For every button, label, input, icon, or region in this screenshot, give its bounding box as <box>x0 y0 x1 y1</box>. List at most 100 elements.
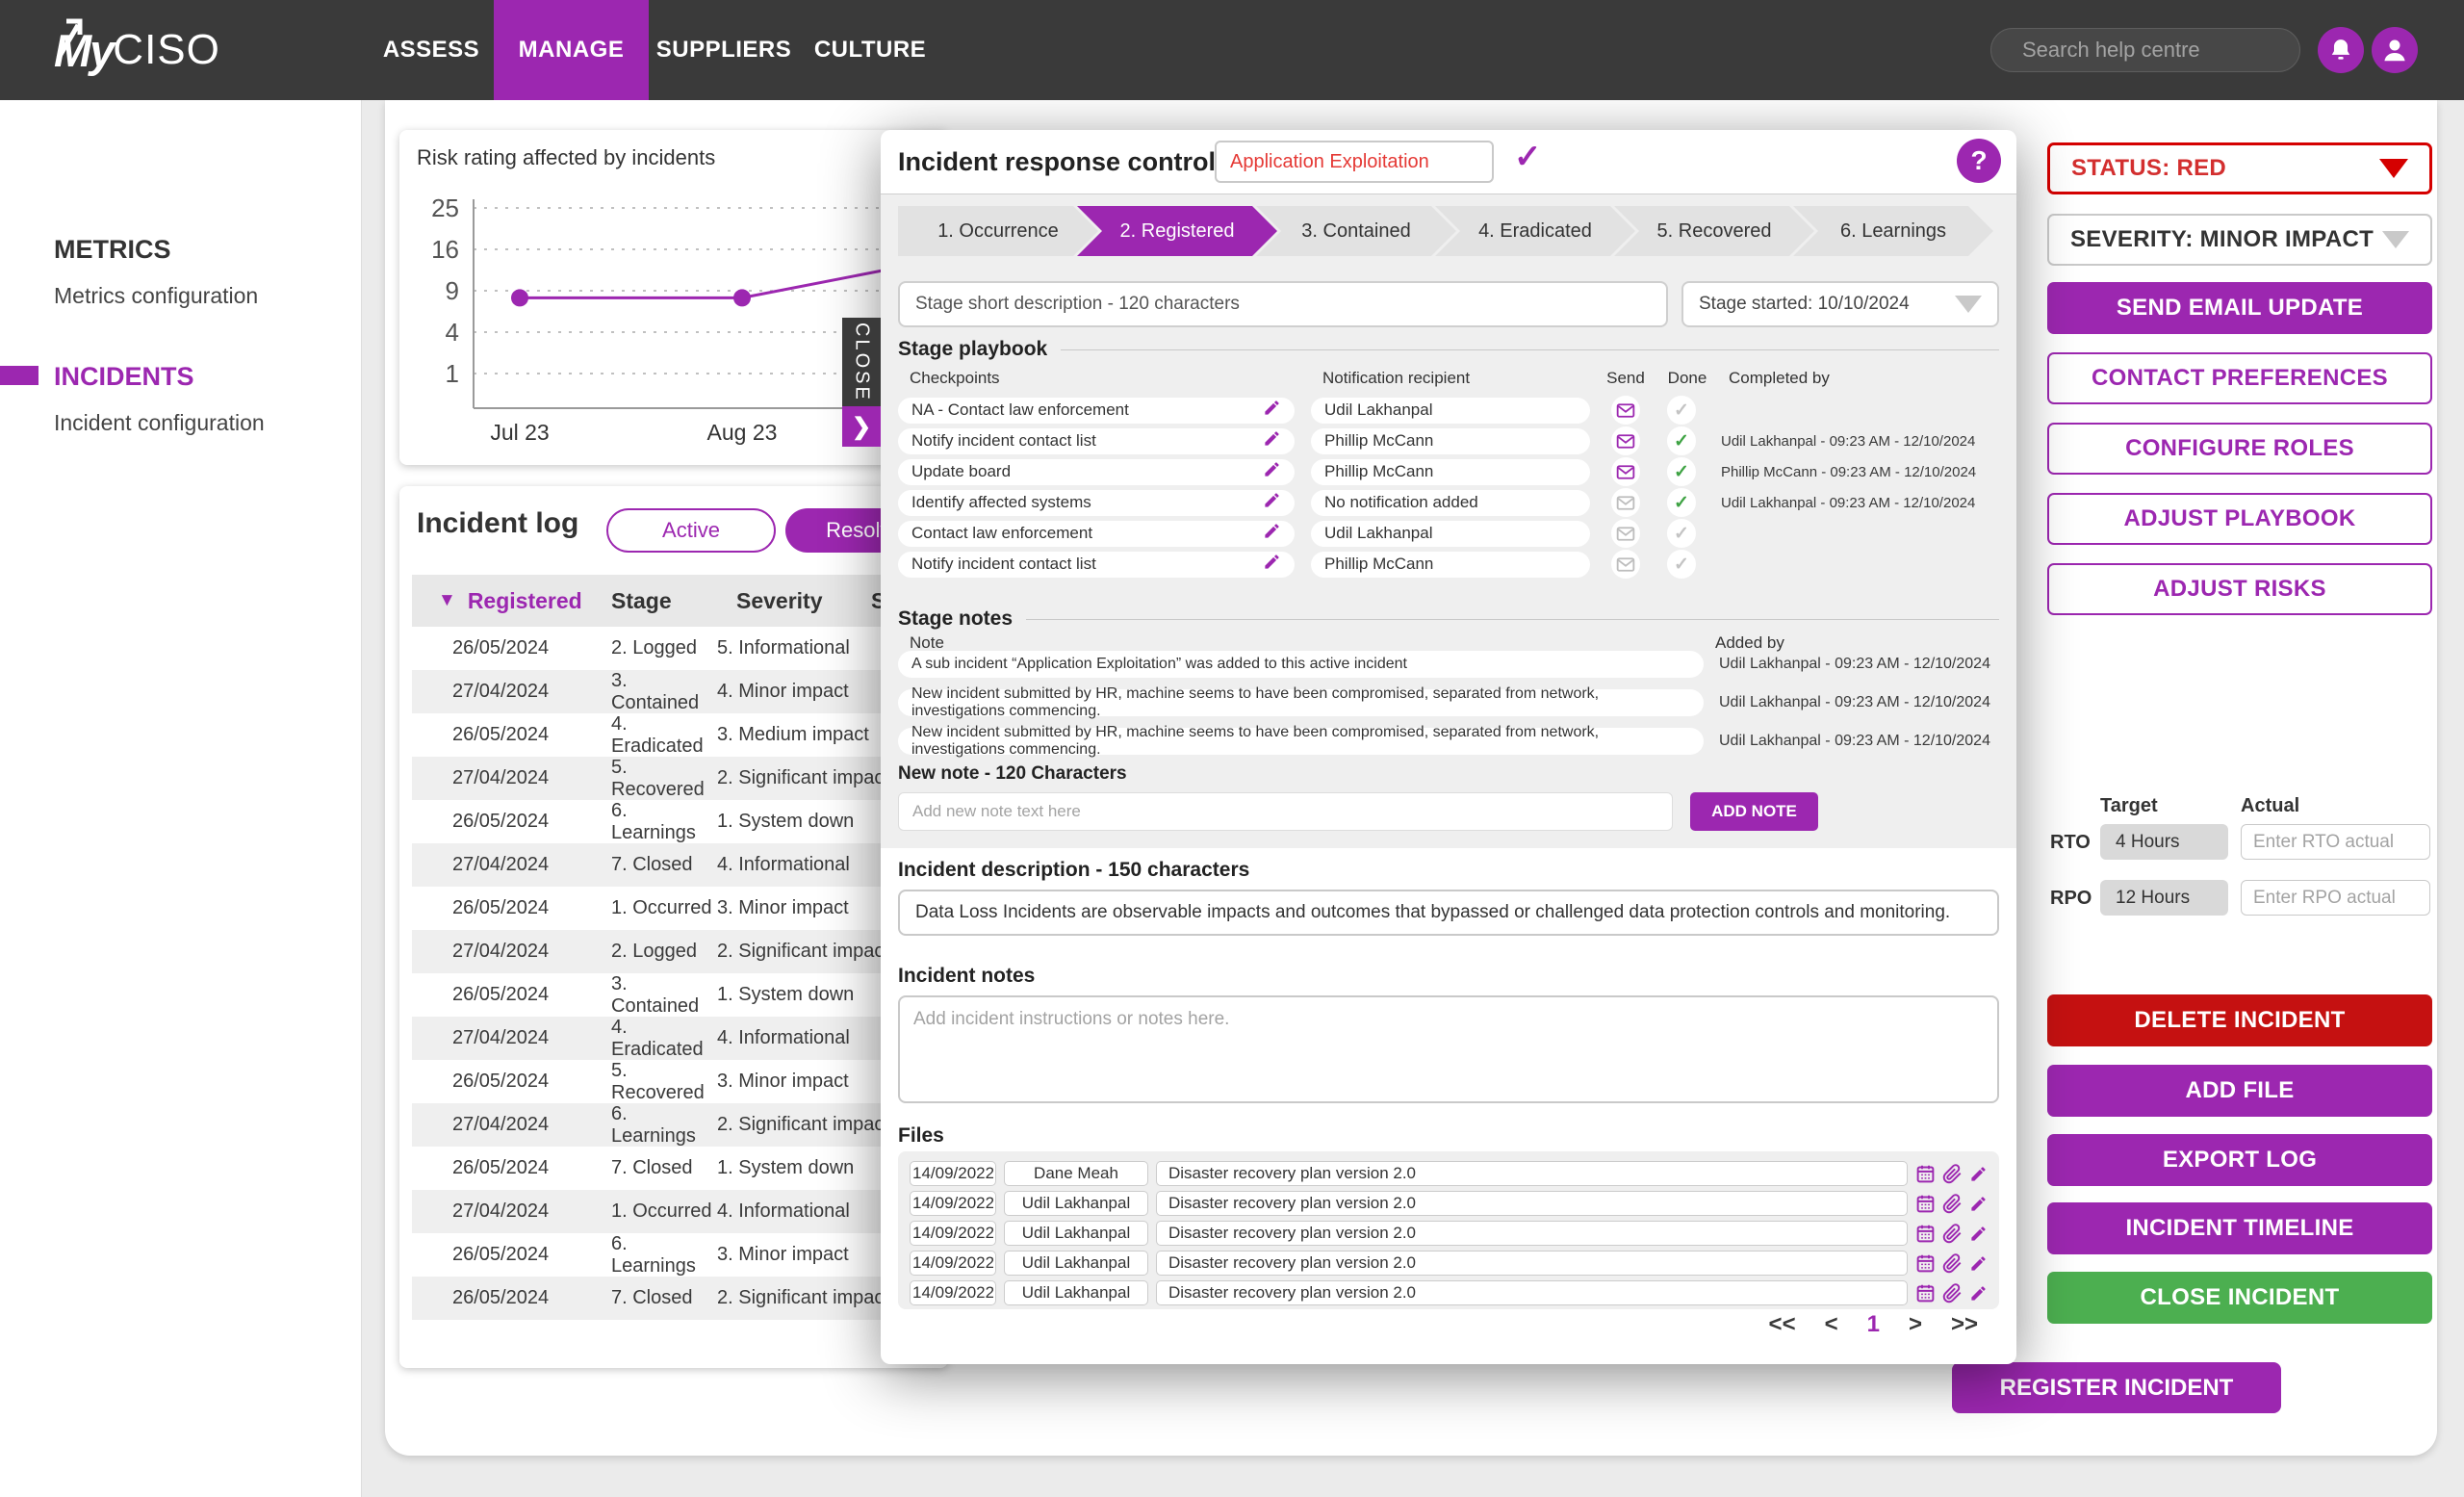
help-button[interactable]: ? <box>1957 139 2001 183</box>
status-dropdown[interactable]: STATUS: RED <box>2047 142 2432 194</box>
sidebar-section-incidents[interactable]: INCIDENTS <box>54 362 194 392</box>
note-text-field[interactable]: A sub incident “Application Exploitation… <box>898 651 1704 678</box>
checkpoint-field[interactable]: NA - Contact law enforcement <box>898 398 1295 424</box>
rto-actual-input[interactable] <box>2241 824 2430 860</box>
file-date-field[interactable] <box>910 1161 996 1186</box>
incident-log-row[interactable]: 27/04/2024 2. Logged 2. Significant impa… <box>412 930 948 973</box>
incident-notes-field[interactable] <box>898 995 1999 1103</box>
register-incident-button[interactable]: REGISTER INCIDENT <box>1952 1362 2281 1413</box>
incident-log-row[interactable]: 26/05/2024 2. Logged 5. Informational <box>412 627 948 670</box>
file-date-field[interactable] <box>910 1191 996 1216</box>
close-incident-button[interactable]: CLOSE INCIDENT <box>2047 1272 2432 1324</box>
send-notification-icon[interactable] <box>1611 426 1640 455</box>
checkpoint-field[interactable]: Contact law enforcement <box>898 521 1295 547</box>
add-note-button[interactable]: ADD NOTE <box>1690 792 1818 831</box>
send-notification-icon[interactable] <box>1611 519 1640 548</box>
edit-pencil-icon[interactable] <box>1263 491 1281 514</box>
column-severity[interactable]: Severity <box>736 588 871 614</box>
sidebar-item-metrics-configuration[interactable]: Metrics configuration <box>54 283 258 309</box>
edit-pencil-icon[interactable] <box>1969 1195 1988 1213</box>
recipient-field[interactable]: Phillip McCann <box>1311 552 1590 578</box>
incident-description-field[interactable] <box>898 890 1999 936</box>
incident-log-row[interactable]: 26/05/2024 6. Learnings 3. Minor impact <box>412 1233 948 1277</box>
incident-log-row[interactable]: 26/05/2024 7. Closed 2. Significant impa… <box>412 1277 948 1320</box>
send-notification-icon[interactable] <box>1611 488 1640 517</box>
edit-pencil-icon[interactable] <box>1263 553 1281 576</box>
incident-log-row[interactable]: 26/05/2024 5. Recovered 3. Minor impact <box>412 1060 948 1103</box>
sort-descending-icon[interactable]: ▼ <box>438 590 456 611</box>
edit-pencil-icon[interactable] <box>1969 1284 1988 1303</box>
incident-log-row[interactable]: 27/04/2024 1. Occurred 4. Informational <box>412 1190 948 1233</box>
severity-dropdown[interactable]: SEVERITY: MINOR IMPACT <box>2047 214 2432 266</box>
edit-pencil-icon[interactable] <box>1263 460 1281 483</box>
contact-preferences-button[interactable]: CONTACT PREFERENCES <box>2047 352 2432 404</box>
file-description-field[interactable] <box>1156 1251 1908 1276</box>
user-avatar[interactable] <box>2372 27 2418 73</box>
checkpoint-field[interactable]: Notify incident contact list <box>898 552 1295 578</box>
edit-pencil-icon[interactable] <box>1969 1165 1988 1183</box>
export-log-button[interactable]: EXPORT LOG <box>2047 1134 2432 1186</box>
rpo-actual-input[interactable] <box>2241 880 2430 916</box>
notifications-button[interactable] <box>2318 27 2364 73</box>
nav-item[interactable]: MANAGE <box>494 0 649 100</box>
send-notification-icon[interactable] <box>1611 396 1640 425</box>
nav-item[interactable]: CULTURE <box>814 0 926 100</box>
recipient-field[interactable]: Phillip McCann <box>1311 428 1590 454</box>
file-date-field[interactable] <box>910 1221 996 1246</box>
stage-step[interactable]: 5. Recovered <box>1614 206 1814 256</box>
page-first-button[interactable]: << <box>1769 1311 1796 1338</box>
incident-log-row[interactable]: 27/04/2024 5. Recovered 2. Significant i… <box>412 757 948 800</box>
paperclip-icon[interactable] <box>1942 1283 1963 1303</box>
paperclip-icon[interactable] <box>1942 1164 1963 1184</box>
confirm-check-icon[interactable]: ✓ <box>1514 138 1542 176</box>
nav-item[interactable]: SUPPLIERS <box>660 0 787 100</box>
column-registered[interactable]: ▼ Registered <box>438 588 611 614</box>
incident-log-row[interactable]: 26/05/2024 7. Closed 1. System down <box>412 1147 948 1190</box>
edit-pencil-icon[interactable] <box>1263 429 1281 452</box>
incident-log-row[interactable]: 27/04/2024 6. Learnings 2. Significant i… <box>412 1103 948 1147</box>
stage-description-field[interactable] <box>898 281 1668 327</box>
sidebar-item-incident-configuration[interactable]: Incident configuration <box>54 410 265 436</box>
stage-started-dropdown[interactable]: Stage started: 10/10/2024 <box>1681 281 1999 327</box>
done-check-icon[interactable]: ✓ <box>1667 488 1696 517</box>
stage-step[interactable]: 1. Occurrence <box>898 206 1098 256</box>
paperclip-icon[interactable] <box>1942 1194 1963 1214</box>
paperclip-icon[interactable] <box>1942 1253 1963 1274</box>
calendar-icon[interactable] <box>1915 1224 1936 1244</box>
search-input[interactable] <box>2020 37 2301 64</box>
recipient-field[interactable]: Phillip McCann <box>1311 459 1590 485</box>
file-person-field[interactable] <box>1004 1161 1148 1186</box>
recipient-field[interactable]: Udil Lakhanpal <box>1311 398 1590 424</box>
calendar-icon[interactable] <box>1915 1194 1936 1214</box>
incident-name-field[interactable] <box>1215 141 1494 183</box>
incident-log-row[interactable]: 27/04/2024 7. Closed 4. Informational <box>412 843 948 887</box>
filter-active-button[interactable]: Active <box>606 508 776 553</box>
edit-pencil-icon[interactable] <box>1969 1254 1988 1273</box>
myciso-logo[interactable]: MyCISO <box>52 0 220 100</box>
checkpoint-field[interactable]: Update board <box>898 459 1295 485</box>
edit-pencil-icon[interactable] <box>1263 522 1281 545</box>
checkpoint-field[interactable]: Notify incident contact list <box>898 428 1295 454</box>
panel-close-tab[interactable]: CLOSE <box>842 318 881 406</box>
page-last-button[interactable]: >> <box>1951 1311 1978 1338</box>
checkpoint-field[interactable]: Identify affected systems <box>898 490 1295 516</box>
column-stage[interactable]: Stage <box>611 588 736 614</box>
page-prev-button[interactable]: < <box>1825 1311 1838 1338</box>
file-description-field[interactable] <box>1156 1280 1908 1305</box>
file-description-field[interactable] <box>1156 1221 1908 1246</box>
file-person-field[interactable] <box>1004 1280 1148 1305</box>
sidebar-section-metrics[interactable]: METRICS <box>54 235 171 265</box>
calendar-icon[interactable] <box>1915 1253 1936 1274</box>
recipient-field[interactable]: Udil Lakhanpal <box>1311 521 1590 547</box>
stage-step[interactable]: 3. Contained <box>1256 206 1456 256</box>
send-notification-icon[interactable] <box>1611 457 1640 486</box>
incident-log-row[interactable]: 26/05/2024 3. Contained 1. System down <box>412 973 948 1017</box>
paperclip-icon[interactable] <box>1942 1224 1963 1244</box>
file-person-field[interactable] <box>1004 1251 1148 1276</box>
incident-log-row[interactable]: 27/04/2024 3. Contained 4. Minor impact <box>412 670 948 713</box>
send-email-update-button[interactable]: SEND EMAIL UPDATE <box>2047 282 2432 334</box>
incident-log-row[interactable]: 26/05/2024 1. Occurred 3. Minor impact <box>412 887 948 930</box>
new-note-input[interactable] <box>898 792 1673 831</box>
configure-roles-button[interactable]: CONFIGURE ROLES <box>2047 423 2432 475</box>
adjust-risks-button[interactable]: ADJUST RISKS <box>2047 563 2432 615</box>
